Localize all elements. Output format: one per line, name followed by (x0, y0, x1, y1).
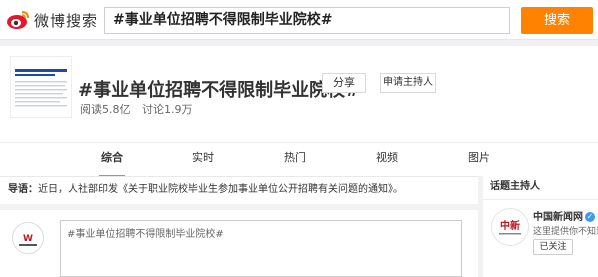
tab-pictures[interactable]: 图片 (462, 143, 496, 177)
top-bar: 微博搜索 #事业单位招聘不得限制毕业院校# 搜索 (0, 0, 598, 40)
chinanews-logo-icon: 中新 (493, 210, 527, 244)
compose-panel: W #事业单位招聘不得限制毕业院校# (0, 210, 478, 277)
tab-video[interactable]: 视频 (370, 143, 404, 177)
share-button[interactable]: 分享 (322, 73, 366, 93)
topic-stats: 阅读5.8亿 讨论1.9万 (80, 101, 201, 117)
svg-text:W: W (23, 234, 33, 244)
apply-host-button[interactable]: 申请主持人 (380, 73, 436, 93)
tab-hot[interactable]: 热门 (278, 143, 312, 177)
host-name-text: 中国新闻网 (533, 212, 583, 223)
logo-text: 微博搜索 (34, 11, 99, 30)
guide-text: 近日，人社部印发《关于职业院校毕业生参加事业单位公开招聘有关问题的通知》。 (38, 184, 403, 195)
weibo-eye-icon (6, 9, 30, 31)
search-button[interactable]: 搜索 (521, 7, 593, 34)
verified-icon: ✓ (585, 212, 595, 222)
document-thumbnail-icon (15, 69, 67, 107)
discussion-count: 讨论1.9万 (142, 103, 193, 116)
search-input[interactable]: #事业单位招聘不得限制毕业院校# (104, 7, 510, 34)
topic-card: #事业单位招聘不得限制毕业院校# 分享 申请主持人 阅读5.8亿 讨论1.9万 … (0, 46, 598, 177)
topic-tabs: 综合 实时 热门 视频 图片 (0, 142, 598, 177)
host-avatar[interactable]: 中新 (491, 208, 529, 246)
topic-host-panel: 话题主持人 中新 中国新闻网 ✓ 这里提供你不知道 已关注 (483, 176, 598, 277)
tab-comprehensive[interactable]: 综合 (95, 143, 129, 177)
host-name[interactable]: 中国新闻网 ✓ (533, 208, 595, 223)
host-description: 这里提供你不知道 (533, 227, 598, 237)
topic-title: #事业单位招聘不得限制毕业院校# (78, 80, 361, 101)
guide-label: 导语： (8, 184, 38, 195)
compose-textarea[interactable]: #事业单位招聘不得限制毕业院校# (60, 220, 462, 277)
user-avatar[interactable]: W (12, 222, 44, 254)
topic-thumbnail[interactable] (10, 56, 72, 118)
wenyi-logo-icon: W (14, 224, 42, 252)
weibo-search-logo[interactable]: 微博搜索 (6, 9, 98, 31)
follow-button[interactable]: 已关注 (533, 239, 573, 255)
topic-guide: 导语：近日，人社部印发《关于职业院校毕业生参加事业单位公开招聘有关问题的通知》。 (0, 176, 478, 204)
host-panel-title: 话题主持人 (483, 176, 598, 200)
svg-text:中新: 中新 (500, 219, 520, 232)
tab-realtime[interactable]: 实时 (186, 143, 220, 177)
follow-button-label: 已关注 (539, 242, 567, 252)
read-count: 阅读5.8亿 (80, 103, 131, 116)
